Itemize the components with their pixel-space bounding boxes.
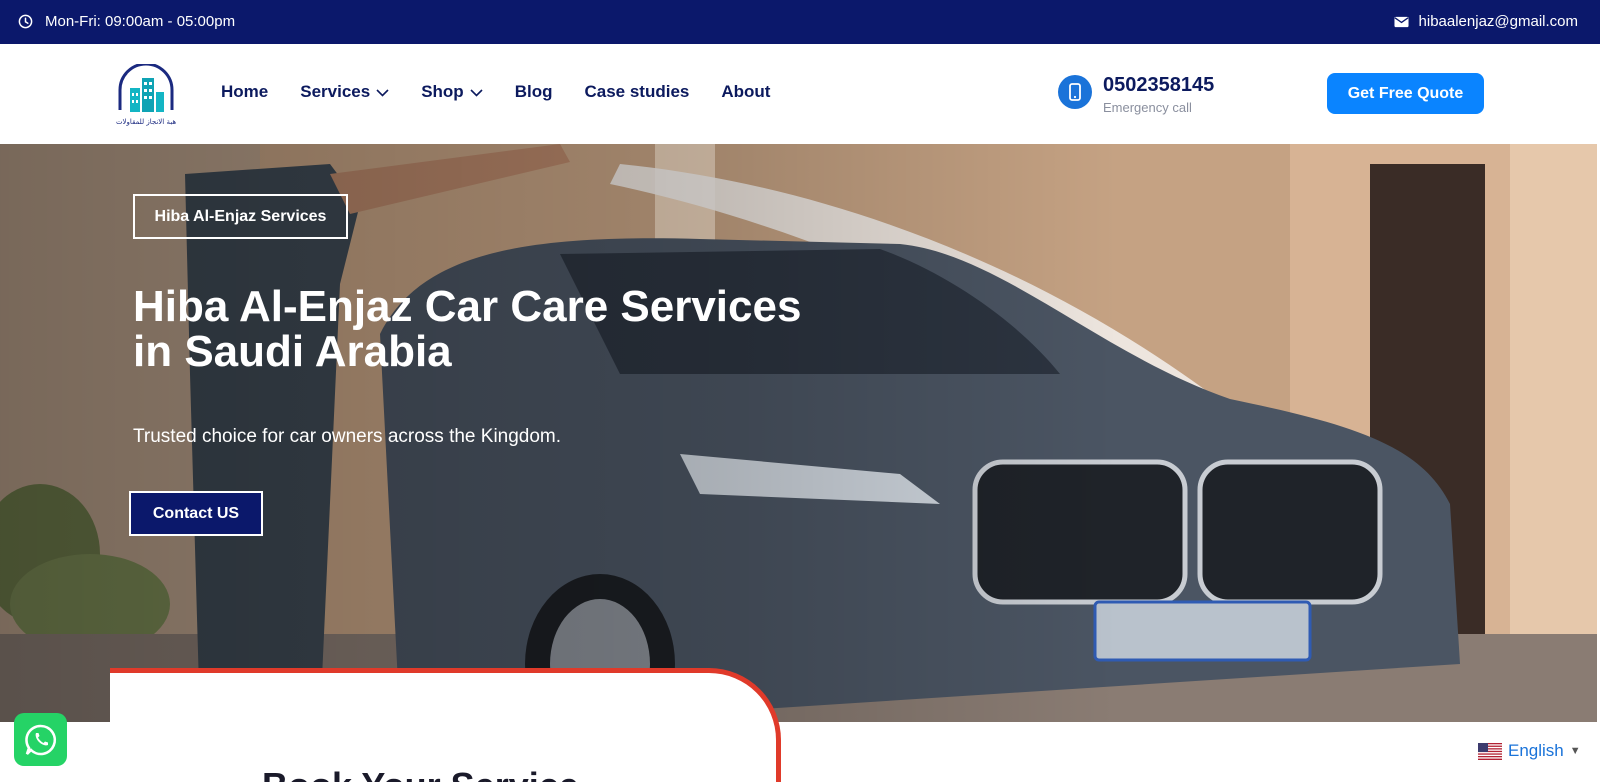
nav-shop[interactable]: Shop	[421, 82, 483, 102]
phone-number[interactable]: 0502358145	[1103, 73, 1214, 97]
phone-label: Emergency call	[1103, 100, 1192, 115]
phone-contact[interactable]: 0502358145 Emergency call	[1058, 73, 1214, 115]
mail-icon	[1393, 16, 1409, 28]
nav-blog-label[interactable]: Blog	[515, 82, 553, 102]
hero-tagline: Trusted choice for car owners across the…	[133, 426, 562, 447]
chevron-down-icon[interactable]	[376, 82, 389, 102]
site-header: هبة الانجاز للمقاولات Home Services Shop…	[0, 44, 1600, 144]
card-heading: Book Your Service	[262, 765, 579, 782]
get-free-quote-button[interactable]: Get Free Quote	[1327, 73, 1484, 114]
nav-home[interactable]: Home	[221, 82, 268, 102]
booking-card: Book Your Service	[110, 668, 781, 782]
nav-shop-label[interactable]: Shop	[421, 82, 464, 102]
clock-icon	[18, 14, 33, 29]
nav-services-label[interactable]: Services	[300, 82, 370, 102]
hours-text: Mon-Fri: 09:00am - 05:00pm	[45, 13, 236, 30]
nav-blog[interactable]: Blog	[515, 82, 553, 102]
phone-icon	[1058, 75, 1092, 109]
language-switcher[interactable]: English ▼	[1478, 741, 1581, 761]
hero-title-line2: in Saudi Arabia	[133, 327, 452, 376]
main-nav: Home Services Shop Blog Case studies Abo…	[221, 82, 770, 102]
logo-icon: هبة الانجاز للمقاولات	[116, 62, 176, 126]
phone-text: 0502358145 Emergency call	[1103, 73, 1214, 115]
hero-title: Hiba Al-Enjaz Car Care Services in Saudi…	[133, 284, 833, 374]
us-flag-icon	[1478, 742, 1502, 760]
chevron-down-icon[interactable]	[470, 82, 483, 102]
nav-about[interactable]: About	[721, 82, 770, 102]
language-label[interactable]: English	[1508, 741, 1564, 761]
whatsapp-icon	[24, 724, 56, 755]
chevron-down-icon[interactable]: ▼	[1570, 745, 1581, 757]
email-contact[interactable]: hibaalenjaz@gmail.com	[1393, 13, 1578, 30]
business-hours: Mon-Fri: 09:00am - 05:00pm	[18, 13, 235, 30]
nav-home-label[interactable]: Home	[221, 82, 268, 102]
contact-us-button[interactable]: Contact US	[129, 491, 263, 536]
hero-banner: Hiba Al-Enjaz Services Hiba Al-Enjaz Car…	[0, 144, 1597, 722]
nav-about-label[interactable]: About	[721, 82, 770, 102]
site-logo[interactable]: هبة الانجاز للمقاولات	[112, 62, 180, 126]
nav-services[interactable]: Services	[300, 82, 389, 102]
top-bar: Mon-Fri: 09:00am - 05:00pm hibaalenjaz@g…	[0, 0, 1600, 44]
svg-text:هبة الانجاز للمقاولات: هبة الانجاز للمقاولات	[116, 118, 176, 126]
hero-badge: Hiba Al-Enjaz Services	[133, 194, 348, 239]
whatsapp-button[interactable]	[14, 713, 67, 766]
nav-case-studies[interactable]: Case studies	[584, 82, 689, 102]
hero-title-line1: Hiba Al-Enjaz Car Care Services	[133, 282, 802, 331]
email-text[interactable]: hibaalenjaz@gmail.com	[1419, 13, 1578, 30]
nav-case-studies-label[interactable]: Case studies	[584, 82, 689, 102]
